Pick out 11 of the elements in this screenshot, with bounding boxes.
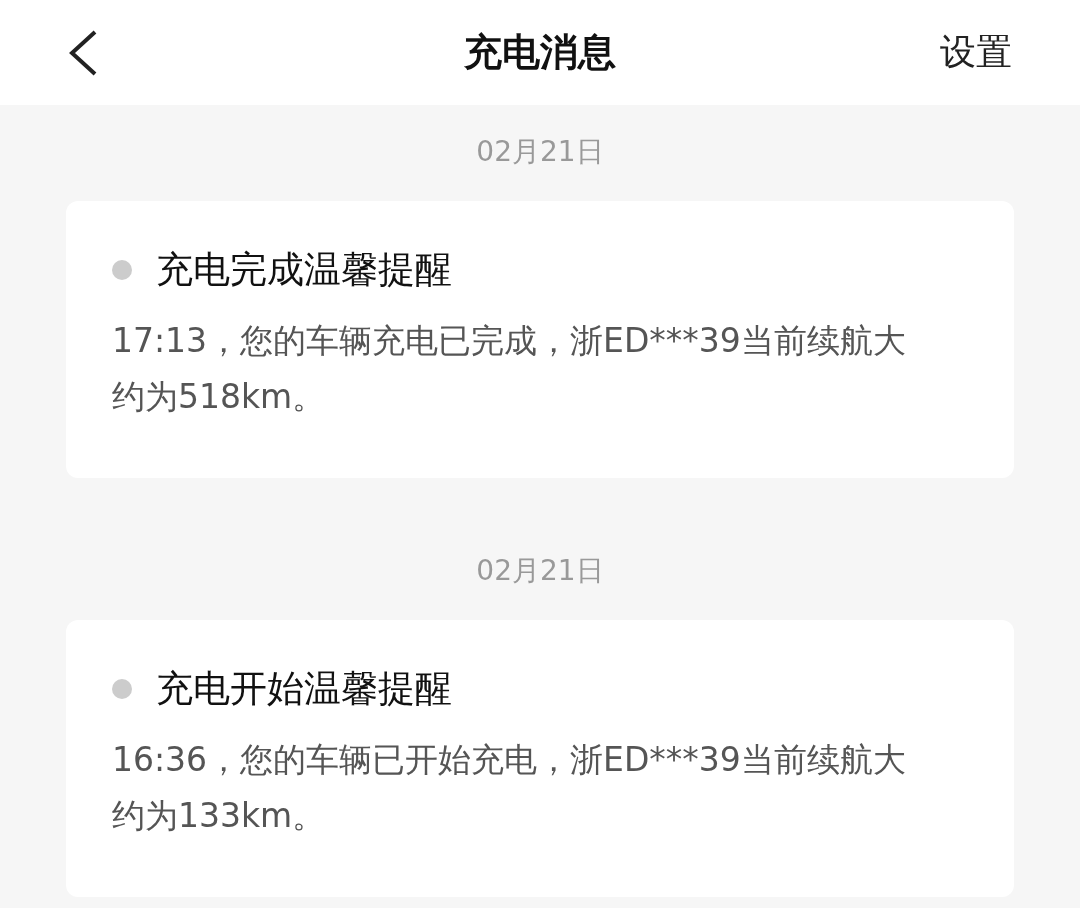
message-card[interactable]: 充电完成温馨提醒 17:13，您的车辆充电已完成，浙ED***39当前续航大约为518km。 — [66, 201, 1014, 478]
page-title: 充电消息 — [464, 29, 616, 76]
message-body: 17:13，您的车辆充电已完成，浙ED***39当前续航大约为518km。 — [112, 320, 907, 418]
message-date: 02月21日 — [475, 134, 605, 170]
settings-link[interactable]: 设置 — [940, 28, 1012, 77]
message-title: 充电完成温馨提醒 — [156, 247, 452, 293]
message-title: 充电开始温馨提醒 — [156, 666, 452, 712]
message-card[interactable]: 充电开始温馨提醒 16:36，您的车辆已开始充电，浙ED***39当前续航大约为133km。 — [66, 620, 1014, 897]
message-body: 16:36，您的车辆已开始充电，浙ED***39当前续航大约为133km。 — [112, 739, 907, 837]
back-icon[interactable] — [68, 29, 98, 76]
message-date: 02月21日 — [475, 553, 605, 589]
